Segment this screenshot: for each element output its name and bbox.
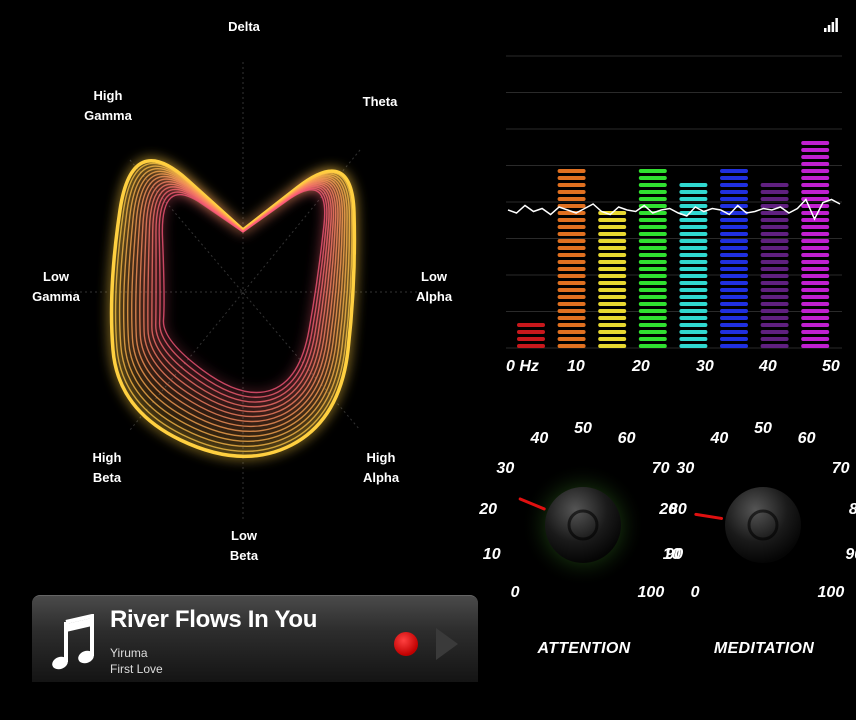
meditation-scale-80: 80	[849, 501, 856, 519]
music-note-icon	[52, 614, 94, 670]
radar-trace-10	[151, 184, 332, 408]
attention-title: ATTENTION	[537, 640, 631, 657]
spectrum-bar-4	[679, 183, 708, 348]
spectrum-bar-3	[638, 169, 667, 348]
track-album: First Love	[110, 662, 163, 676]
hz-tick-10: 10	[567, 358, 585, 375]
track-title: River Flows In You	[110, 606, 318, 633]
spectrum-bar-5	[720, 169, 748, 348]
spectrum-bar-1	[557, 169, 586, 348]
meditation-scale-30: 30	[676, 459, 695, 477]
meditation-scale-50: 50	[754, 420, 772, 437]
meditation-needle	[694, 512, 724, 520]
meditation-title: MEDITATION	[713, 640, 815, 657]
hz-tick-50: 50	[822, 358, 840, 375]
spectrum-bar-2	[598, 211, 627, 348]
spectrum-bar-0	[517, 323, 545, 348]
meditation-scale-90: 90	[845, 545, 856, 563]
meditation-scale-70: 70	[831, 459, 850, 477]
spectrum-bar-6	[760, 183, 789, 348]
track-artist: Yiruma	[110, 646, 148, 660]
label-high-alpha: High Alpha	[362, 450, 400, 485]
attention-scale-40: 40	[530, 430, 549, 448]
attention-scale-20: 20	[479, 500, 498, 518]
hz-tick-30: 30	[696, 358, 714, 375]
meditation-scale-20: 20	[659, 500, 678, 518]
radar-trace-13	[161, 189, 326, 394]
spectrum-bar-7	[801, 141, 830, 348]
attention-knob	[518, 463, 645, 587]
label-low-alpha: Low Alpha	[415, 269, 453, 304]
attention-scale-70: 70	[651, 459, 670, 477]
attention-scale-30: 30	[496, 459, 515, 477]
label-delta: Delta	[228, 19, 260, 34]
meditation-knob	[694, 487, 801, 563]
meditation-scale-10: 10	[662, 545, 681, 563]
label-low-gamma: Low Gamma	[32, 269, 80, 304]
play-button[interactable]	[436, 628, 458, 660]
hz-tick-40: 40	[759, 358, 777, 375]
now-playing-bar: River Flows In You Yiruma First Love	[32, 595, 478, 682]
radar-trace-9	[147, 183, 335, 413]
attention-scale-10: 10	[482, 545, 501, 563]
attention-scale-50: 50	[574, 420, 592, 437]
meditation-scale-60: 60	[797, 430, 816, 448]
label-high-beta: High Beta	[92, 450, 122, 485]
hz-tick-0: 0 Hz	[506, 358, 539, 375]
signal-strength-icon	[824, 18, 838, 32]
meditation-scale-40: 40	[710, 430, 729, 448]
record-button[interactable]	[394, 632, 418, 656]
label-low-beta: Low Beta	[229, 528, 259, 563]
radar-trace-11	[155, 186, 330, 403]
label-theta: Theta	[362, 94, 398, 109]
hz-tick-20: 20	[632, 358, 650, 375]
frequency-spectrum	[506, 55, 842, 349]
attention-scale-60: 60	[617, 430, 636, 448]
label-high-gamma: High Gamma	[84, 88, 132, 123]
